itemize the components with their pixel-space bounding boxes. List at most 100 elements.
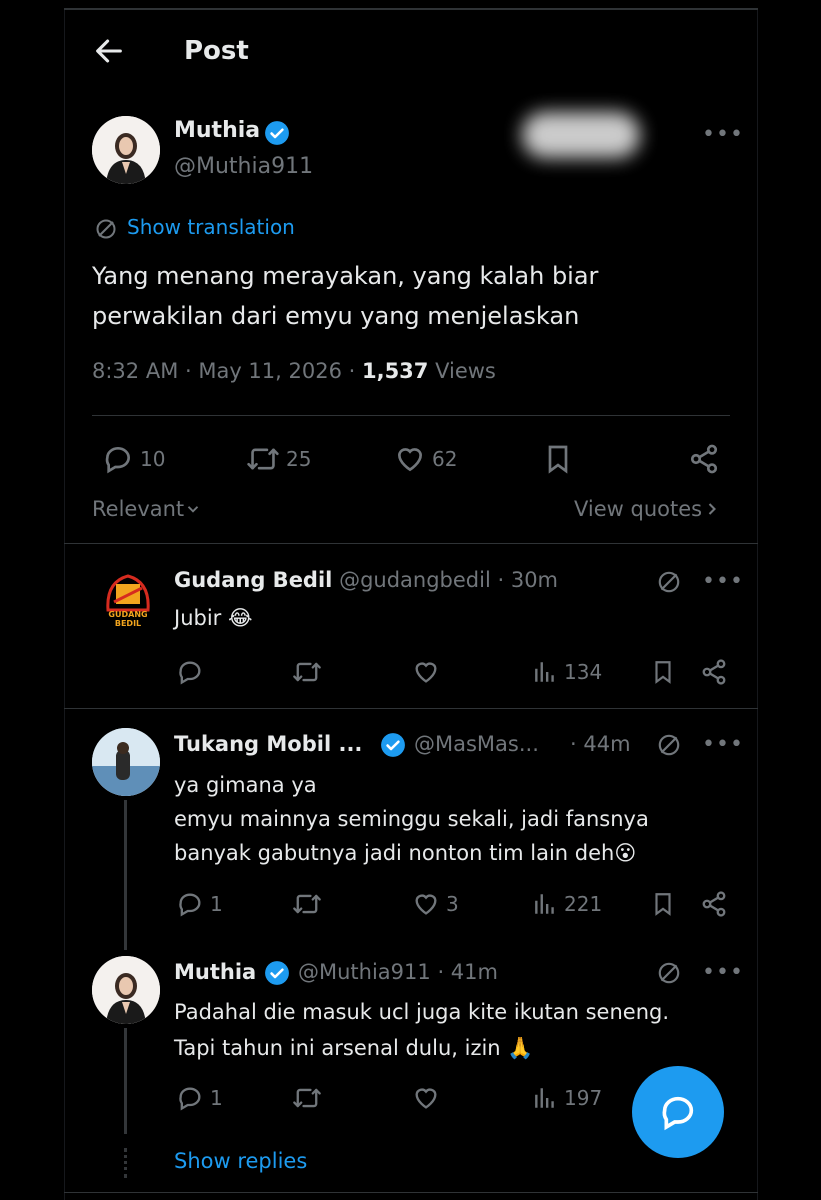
- reply-count: 10: [140, 447, 166, 471]
- reply-text: Padahal die masuk ucl juga kite ikutan s…: [174, 994, 669, 1066]
- repost-button[interactable]: [292, 890, 322, 922]
- views-button[interactable]: 221: [532, 890, 602, 918]
- share-button[interactable]: [700, 890, 728, 922]
- like-button[interactable]: 62: [394, 443, 457, 475]
- show-translation-link[interactable]: Show translation: [127, 215, 295, 239]
- reply-button[interactable]: 1: [176, 1084, 223, 1112]
- view-quotes-link[interactable]: View quotes: [574, 497, 722, 521]
- views-count: 134: [564, 660, 603, 684]
- share-button[interactable]: [688, 443, 720, 479]
- bookmark-icon: [655, 893, 671, 916]
- more-icon[interactable]: •••: [702, 732, 744, 757]
- reply-icon: [179, 1087, 201, 1111]
- verified-icon: [264, 960, 290, 990]
- sort-label: Relevant: [92, 497, 185, 521]
- avatar-photo: [92, 728, 160, 796]
- translate-icon[interactable]: [656, 732, 682, 762]
- share-icon: [702, 891, 726, 917]
- reply-author-name[interactable]: Muthia: [174, 960, 256, 984]
- logo-text-line: BEDIL: [114, 619, 142, 628]
- reply-time[interactable]: · 41m: [437, 960, 498, 984]
- translate-icon[interactable]: [656, 960, 682, 990]
- avatar[interactable]: [92, 728, 160, 796]
- reply-author-name[interactable]: Gudang Bedil: [174, 568, 332, 592]
- show-replies-link[interactable]: Show replies: [174, 1149, 307, 1173]
- compose-reply-button[interactable]: [632, 1066, 724, 1158]
- avatar-photo: [92, 116, 160, 184]
- repost-icon: [293, 662, 321, 682]
- like-count: 62: [432, 447, 458, 471]
- divider: [92, 415, 730, 416]
- bookmark-button[interactable]: [650, 890, 676, 922]
- avatar[interactable]: GUDANG BEDIL: [100, 566, 156, 630]
- sort-dropdown[interactable]: Relevant: [92, 497, 202, 521]
- share-icon: [690, 444, 718, 474]
- reply-text-line: ya gimana ya: [174, 773, 317, 797]
- reply-text-line: emyu mainnya seminggu sekali, jadi fansn…: [174, 807, 649, 831]
- like-button[interactable]: [412, 658, 440, 690]
- author-handle[interactable]: @Muthia911: [174, 154, 313, 179]
- verified-icon: [264, 120, 290, 150]
- page-title: Post: [184, 36, 249, 66]
- view-quotes-label: View quotes: [574, 497, 703, 521]
- logo-text-line: GUDANG: [108, 610, 148, 619]
- thread-dots: [124, 1148, 130, 1178]
- back-button[interactable]: [92, 34, 126, 68]
- reply-author-handle[interactable]: @gudangbedil: [339, 568, 491, 592]
- more-icon[interactable]: •••: [702, 122, 744, 147]
- verified-icon: [380, 732, 406, 762]
- views-count: 197: [564, 1086, 603, 1110]
- views-count: 221: [564, 892, 603, 916]
- reply-count: 1: [210, 892, 223, 916]
- post-text-line: perwakilan dari emyu yang menjelaskan: [92, 302, 580, 330]
- top-divider: [64, 8, 758, 10]
- like-icon: [415, 1088, 437, 1109]
- reply-button[interactable]: 1: [176, 890, 223, 918]
- divider: [64, 708, 758, 709]
- right-border: [757, 10, 758, 1200]
- repost-button[interactable]: [292, 1084, 322, 1116]
- reply-count: 1: [210, 1086, 223, 1110]
- follow-button[interactable]: [522, 112, 640, 158]
- avatar-photo: [92, 956, 160, 1024]
- like-button[interactable]: 3: [412, 890, 459, 918]
- post-meta: 8:32 AM · May 11, 2026 · 1,537 Views: [92, 359, 496, 383]
- reply-author-name[interactable]: Tukang Mobil ...: [174, 732, 362, 756]
- views-label: Views: [428, 359, 496, 383]
- views-button[interactable]: 197: [532, 1084, 602, 1112]
- divider: [64, 1192, 758, 1193]
- reply-button[interactable]: 10: [102, 443, 165, 475]
- reply-time[interactable]: · 44m: [570, 732, 631, 756]
- emoji: 🙏: [507, 1036, 534, 1060]
- thread-line: [124, 800, 127, 950]
- avatar[interactable]: [92, 116, 160, 184]
- chevron-right-icon: [708, 503, 717, 515]
- share-icon: [702, 659, 726, 685]
- like-icon: [415, 894, 437, 915]
- reply-button[interactable]: [176, 658, 204, 690]
- more-icon[interactable]: •••: [702, 960, 744, 985]
- reply-text: ya gimana ya emyu mainnya seminggu sekal…: [174, 768, 649, 870]
- emoji: 😮: [614, 841, 637, 865]
- reply-author-handle[interactable]: @MasMas...: [414, 732, 539, 756]
- repost-button[interactable]: 25: [246, 443, 311, 475]
- views-button[interactable]: 134: [532, 658, 602, 686]
- like-button[interactable]: [412, 1084, 440, 1116]
- reply-icon: [179, 661, 201, 685]
- more-icon[interactable]: •••: [702, 569, 744, 594]
- share-button[interactable]: [700, 658, 728, 690]
- views-icon: [535, 894, 554, 914]
- reply-author-handle[interactable]: @Muthia911: [298, 960, 431, 984]
- bookmark-button[interactable]: [650, 658, 676, 690]
- author-name[interactable]: Muthia: [174, 118, 260, 143]
- reply-text-body: Jubir: [174, 606, 222, 630]
- bookmark-icon: [548, 445, 568, 474]
- bookmark-button[interactable]: [542, 443, 574, 479]
- repost-button[interactable]: [292, 658, 322, 690]
- post-text: Yang menang merayakan, yang kalah biar p…: [92, 256, 598, 336]
- reply-time[interactable]: · 30m: [497, 568, 558, 592]
- avatar[interactable]: [92, 956, 160, 1024]
- translate-icon[interactable]: [656, 569, 682, 599]
- reply-icon: [179, 893, 201, 917]
- reply-text-line: banyak gabutnya jadi nonton tim lain deh: [174, 841, 615, 865]
